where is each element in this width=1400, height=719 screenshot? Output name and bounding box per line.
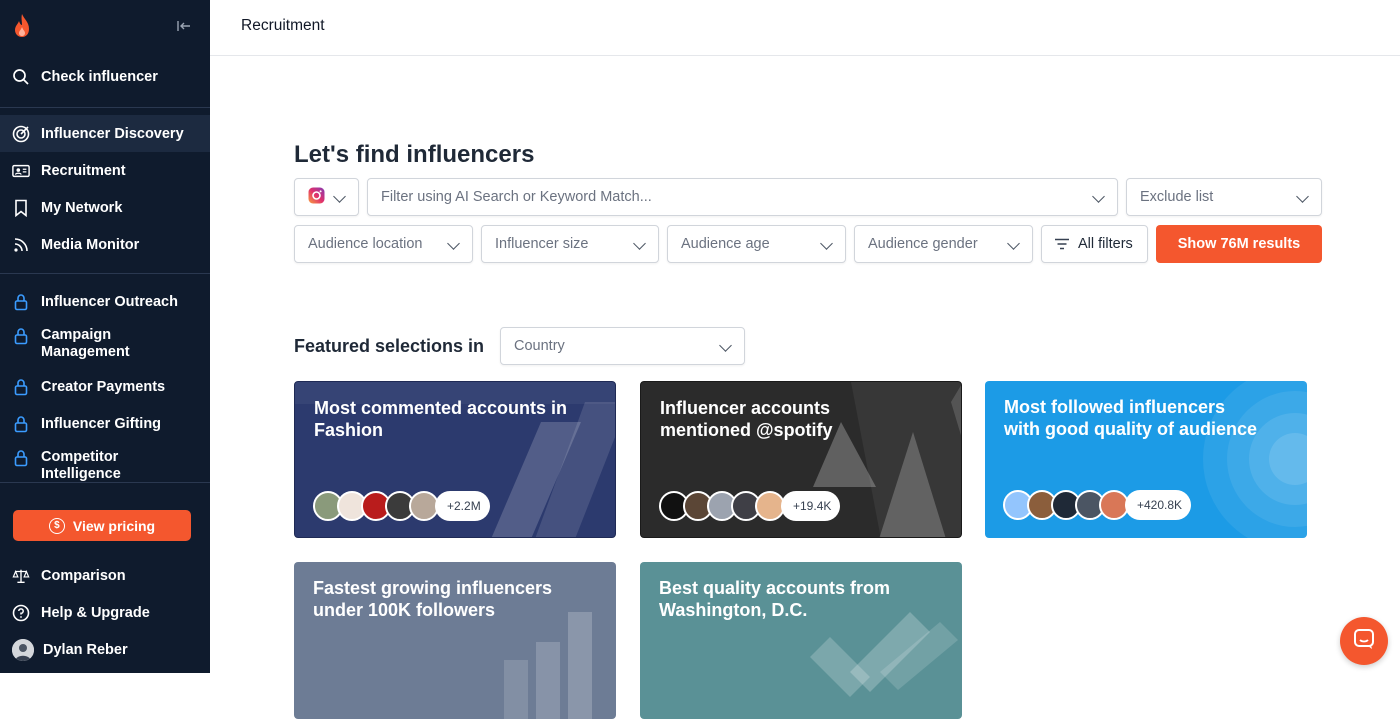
user-name: Dylan Reber bbox=[43, 641, 128, 658]
sidebar-scroll-clip: Competitor Intelligence bbox=[0, 446, 210, 481]
audience-gender-filter[interactable]: Audience gender bbox=[854, 225, 1033, 263]
search-heading: Let's find influencers bbox=[294, 141, 535, 168]
sidebar-item-comparison[interactable]: Comparison bbox=[0, 557, 210, 594]
sidebar-divider bbox=[0, 273, 210, 274]
sidebar-divider bbox=[0, 482, 210, 483]
sidebar-item-label: Campaign Management bbox=[41, 327, 130, 360]
id-card-icon bbox=[12, 162, 30, 180]
view-pricing-button[interactable]: $ View pricing bbox=[13, 510, 191, 541]
featured-card-fashion[interactable]: Most commented accounts in Fashion +2.2M bbox=[294, 381, 616, 538]
featured-card-fastest-growing[interactable]: Fastest growing influencers under 100K f… bbox=[294, 562, 616, 719]
user-profile[interactable]: Dylan Reber bbox=[0, 631, 210, 668]
avatar bbox=[12, 638, 34, 661]
page-title: Recruitment bbox=[241, 17, 325, 34]
featured-title: Featured selections in bbox=[294, 336, 485, 356]
filter-label: Audience gender bbox=[868, 236, 978, 252]
chevron-down-icon bbox=[719, 339, 732, 352]
sidebar-item-influencer-gifting[interactable]: Influencer Gifting bbox=[0, 405, 210, 442]
rss-icon bbox=[12, 236, 30, 254]
audience-location-filter[interactable]: Audience location bbox=[294, 225, 473, 263]
sidebar-item-label: Media Monitor bbox=[41, 236, 140, 253]
sidebar-item-label: Influencer Discovery bbox=[41, 125, 184, 142]
filter-lines-icon bbox=[1054, 238, 1070, 250]
lock-icon bbox=[12, 415, 30, 433]
country-label: Country bbox=[514, 338, 565, 354]
avatar-stack: +19.4K bbox=[659, 490, 841, 522]
sidebar-item-media-monitor[interactable]: Media Monitor bbox=[0, 226, 210, 263]
card-title: Most followed influencers with good qual… bbox=[1004, 397, 1258, 439]
check-influencer-label: Check influencer bbox=[41, 68, 158, 85]
bookmark-icon bbox=[12, 199, 30, 217]
card-title: Most commented accounts in Fashion bbox=[314, 398, 568, 440]
dollar-icon: $ bbox=[48, 517, 65, 534]
featured-card-spotify[interactable]: Influencer accounts mentioned @spotify +… bbox=[640, 381, 962, 538]
target-icon bbox=[12, 125, 30, 143]
sidebar-item-campaign-management[interactable]: Campaign Management bbox=[0, 327, 210, 367]
collapse-sidebar-icon[interactable] bbox=[176, 18, 192, 34]
chevron-down-icon bbox=[447, 237, 460, 250]
chevron-down-icon bbox=[633, 237, 646, 250]
influencer-size-filter[interactable]: Influencer size bbox=[481, 225, 659, 263]
chat-icon bbox=[1353, 628, 1375, 655]
sidebar-item-my-network[interactable]: My Network bbox=[0, 189, 210, 226]
lock-icon bbox=[12, 449, 30, 467]
sidebar: Check influencer Influencer Discovery Re… bbox=[0, 0, 210, 673]
chat-support-button[interactable] bbox=[1340, 617, 1388, 665]
lock-icon bbox=[12, 327, 30, 345]
filter-label: Audience location bbox=[308, 236, 423, 252]
exclude-list-label: Exclude list bbox=[1140, 189, 1214, 205]
search-icon bbox=[12, 68, 30, 86]
avatar-stack: +420.8K bbox=[1003, 489, 1192, 521]
follower-count-badge: +2.2M bbox=[435, 491, 490, 521]
show-results-button[interactable]: Show 76M results bbox=[1156, 225, 1322, 263]
platform-select[interactable] bbox=[294, 178, 359, 216]
chevron-down-icon bbox=[1007, 237, 1020, 250]
sidebar-item-label: Creator Payments bbox=[41, 378, 166, 395]
follower-count-badge: +19.4K bbox=[781, 491, 841, 521]
sidebar-item-influencer-discovery[interactable]: Influencer Discovery bbox=[0, 115, 210, 152]
card-title: Fastest growing influencers under 100K f… bbox=[313, 578, 553, 620]
exclude-list-select[interactable]: Exclude list bbox=[1126, 178, 1322, 216]
check-influencer-link[interactable]: Check influencer bbox=[0, 58, 210, 95]
chevron-down-icon bbox=[1296, 190, 1309, 203]
chevron-down-icon bbox=[333, 190, 346, 203]
sidebar-item-label: My Network bbox=[41, 199, 123, 216]
all-filters-label: All filters bbox=[1078, 236, 1133, 252]
lock-icon bbox=[12, 378, 30, 396]
sidebar-item-label: Help & Upgrade bbox=[41, 604, 150, 621]
instagram-icon bbox=[308, 187, 325, 208]
scale-icon bbox=[12, 567, 30, 585]
view-pricing-label: View pricing bbox=[72, 517, 156, 534]
keyword-search-placeholder: Filter using AI Search or Keyword Match.… bbox=[381, 189, 652, 205]
sidebar-item-label: Competitor Intelligence bbox=[41, 449, 121, 481]
country-select[interactable]: Country bbox=[500, 327, 745, 365]
help-circle-icon bbox=[12, 604, 30, 622]
chevron-down-icon bbox=[1092, 190, 1105, 203]
sidebar-divider bbox=[0, 107, 210, 108]
all-filters-button[interactable]: All filters bbox=[1041, 225, 1148, 263]
sidebar-item-competitor-intelligence[interactable]: Competitor Intelligence bbox=[0, 449, 210, 481]
filter-label: Audience age bbox=[681, 236, 770, 252]
sidebar-item-label: Influencer Gifting bbox=[41, 415, 162, 432]
top-bar: Recruitment bbox=[210, 0, 1400, 56]
sidebar-item-label: Comparison bbox=[41, 567, 126, 584]
filter-label: Influencer size bbox=[495, 236, 589, 252]
sidebar-item-recruitment[interactable]: Recruitment bbox=[0, 152, 210, 189]
flame-logo-icon[interactable] bbox=[12, 13, 32, 39]
follower-count-badge: +420.8K bbox=[1125, 490, 1192, 520]
chevron-down-icon bbox=[820, 237, 833, 250]
sidebar-item-label: Recruitment bbox=[41, 162, 126, 179]
lock-icon bbox=[12, 293, 30, 311]
card-title: Influencer accounts mentioned @spotify bbox=[660, 398, 833, 440]
audience-age-filter[interactable]: Audience age bbox=[667, 225, 846, 263]
sidebar-item-label: Influencer Outreach bbox=[41, 293, 178, 310]
featured-card-most-followed[interactable]: Most followed influencers with good qual… bbox=[985, 381, 1307, 538]
keyword-search-input[interactable]: Filter using AI Search or Keyword Match.… bbox=[367, 178, 1118, 216]
sidebar-item-influencer-outreach[interactable]: Influencer Outreach bbox=[0, 283, 210, 320]
sidebar-item-help[interactable]: Help & Upgrade bbox=[0, 594, 210, 631]
sidebar-item-creator-payments[interactable]: Creator Payments bbox=[0, 368, 210, 405]
avatar-stack: +2.2M bbox=[313, 490, 490, 522]
card-title: Best quality accounts from Washington, D… bbox=[659, 578, 891, 620]
featured-card-washington[interactable]: Best quality accounts from Washington, D… bbox=[640, 562, 962, 719]
